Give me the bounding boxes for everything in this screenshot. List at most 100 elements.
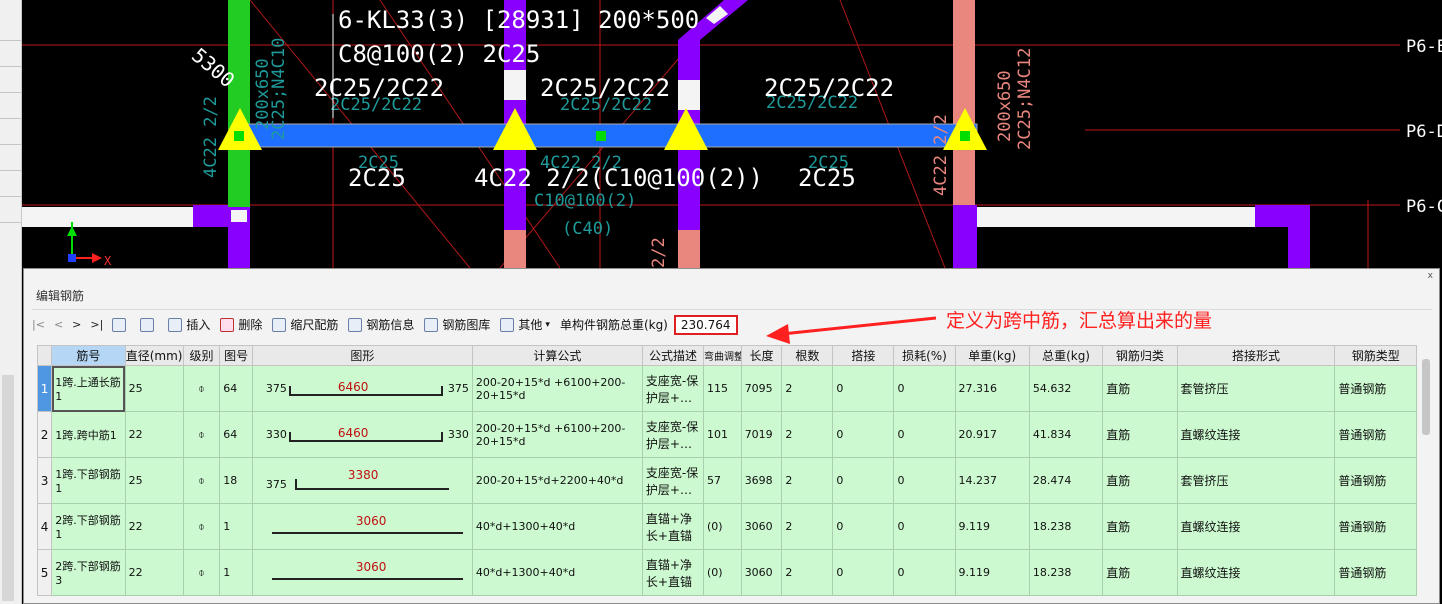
cell-count[interactable]: 2 [781, 503, 834, 550]
cell-grade[interactable]: ⌽ [182, 365, 221, 412]
col-header-shape[interactable]: 图形 [251, 345, 473, 366]
cell-name[interactable]: 1跨.下部钢筋1 [51, 457, 126, 504]
cell-rebar-type[interactable]: 普通钢筋 [1334, 365, 1417, 412]
table-scrollbar[interactable] [1420, 345, 1433, 589]
cell-unit-weight[interactable]: 27.316 [954, 365, 1030, 412]
cell-bend[interactable]: 101 [703, 411, 742, 458]
cell-length[interactable]: 3060 [740, 549, 783, 596]
first-record-button[interactable]: |< [32, 318, 45, 331]
cell-count[interactable]: 2 [781, 411, 834, 458]
cell-category[interactable]: 直筋 [1102, 503, 1178, 550]
cell-lap[interactable]: 0 [832, 549, 895, 596]
cell-shape[interactable]: 375 6460 375 [251, 365, 473, 412]
insert-button[interactable]: 插入 [168, 316, 210, 333]
col-header-grade[interactable]: 级别 [182, 345, 221, 366]
cell-rebar-type[interactable]: 普通钢筋 [1334, 457, 1417, 504]
col-header-length[interactable]: 长度 [740, 345, 783, 366]
col-header-diameter[interactable]: 直径(mm) [124, 345, 184, 366]
cell-description[interactable]: 支座宽-保护层+… [641, 365, 705, 412]
scale-rebar-button[interactable]: 缩尺配筋 [272, 316, 338, 333]
cell-rebar-type[interactable]: 普通钢筋 [1334, 503, 1417, 550]
other-menu-button[interactable]: 其他 ▾ [500, 316, 550, 333]
cell-figure[interactable]: 64 [219, 365, 253, 412]
cell-loss[interactable]: 0 [893, 457, 956, 504]
col-header-bend[interactable]: 弯曲调整 [703, 345, 742, 366]
cell-formula[interactable]: 40*d+1300+40*d [471, 503, 643, 550]
selected-beam[interactable] [236, 123, 978, 148]
cell-unit-weight[interactable]: 9.119 [954, 503, 1030, 550]
cell-loss[interactable]: 0 [893, 411, 956, 458]
cell-diameter[interactable]: 25 [124, 365, 184, 412]
cell-grade[interactable]: ⌽ [182, 457, 221, 504]
cell-lap-type[interactable]: 直螺纹连接 [1176, 411, 1336, 458]
move-down-button[interactable] [140, 317, 158, 332]
cell-total-weight[interactable]: 18.238 [1028, 549, 1104, 596]
col-header-rebar-type[interactable]: 钢筋类型 [1334, 345, 1417, 366]
cell-name[interactable]: 2跨.下部钢筋1 [51, 503, 126, 550]
cell-loss[interactable]: 0 [893, 503, 956, 550]
cell-unit-weight[interactable]: 20.917 [954, 411, 1030, 458]
prev-record-button[interactable]: < [54, 318, 63, 331]
cell-shape[interactable]: 3060 [251, 549, 473, 596]
cell-figure[interactable]: 1 [219, 503, 253, 550]
cell-figure[interactable]: 1 [219, 549, 253, 596]
cell-figure[interactable]: 64 [219, 411, 253, 458]
cell-bend[interactable]: 115 [703, 365, 742, 412]
cell-total-weight[interactable]: 41.834 [1028, 411, 1104, 458]
col-header-lap-type[interactable]: 搭接形式 [1176, 345, 1336, 366]
cell-unit-weight[interactable]: 9.119 [954, 549, 1030, 596]
col-header-description[interactable]: 公式描述 [641, 345, 705, 366]
cell-description[interactable]: 支座宽-保护层+… [641, 411, 705, 458]
cell-lap-type[interactable]: 直螺纹连接 [1176, 503, 1336, 550]
cell-count[interactable]: 2 [781, 457, 834, 504]
cell-name[interactable]: 1跨.上通长筋1 [51, 365, 126, 412]
row-index[interactable]: 5 [36, 549, 53, 596]
delete-button[interactable]: 删除 [220, 316, 262, 333]
cell-diameter[interactable]: 25 [124, 457, 184, 504]
cell-length[interactable]: 7095 [740, 365, 783, 412]
col-header-loss[interactable]: 损耗(%) [893, 345, 956, 366]
cell-diameter[interactable]: 22 [124, 411, 184, 458]
row-index[interactable]: 1 [36, 365, 53, 412]
cell-total-weight[interactable]: 28.474 [1028, 457, 1104, 504]
next-record-button[interactable]: > [72, 318, 81, 331]
table-row[interactable]: 4 2跨.下部钢筋1 22 ⌽ 1 3060 40*d+1300+40*d 直锚… [36, 503, 1417, 550]
cell-shape[interactable]: 330 6460 330 [251, 411, 473, 458]
cell-diameter[interactable]: 22 [124, 549, 184, 596]
cell-rebar-type[interactable]: 普通钢筋 [1334, 411, 1417, 458]
row-index[interactable]: 4 [36, 503, 53, 550]
cell-bend[interactable]: (0) [703, 549, 742, 596]
cell-loss[interactable]: 0 [893, 365, 956, 412]
table-row[interactable]: 3 1跨.下部钢筋1 25 ⌽ 18 375 3380 200-20+15*d+… [36, 457, 1417, 504]
cell-category[interactable]: 直筋 [1102, 549, 1178, 596]
cell-figure[interactable]: 18 [219, 457, 253, 504]
table-row[interactable]: 1 1跨.上通长筋1 25 ⌽ 64 375 6460 375 200-20+1… [36, 365, 1417, 412]
cell-total-weight[interactable]: 18.238 [1028, 503, 1104, 550]
rebar-info-button[interactable]: 钢筋信息 [348, 316, 414, 333]
cell-length[interactable]: 7019 [740, 411, 783, 458]
col-header-lap[interactable]: 搭接 [832, 345, 895, 366]
cell-grade[interactable]: ⌽ [182, 411, 221, 458]
cell-formula[interactable]: 200-20+15*d +6100+200-20+15*d [471, 411, 643, 458]
cell-description[interactable]: 直锚+净长+直锚 [641, 549, 705, 596]
cell-category[interactable]: 直筋 [1102, 411, 1178, 458]
cell-name[interactable]: 2跨.下部钢筋3 [51, 549, 126, 596]
cell-formula[interactable]: 40*d+1300+40*d [471, 549, 643, 596]
col-header-figure[interactable]: 图号 [219, 345, 253, 366]
move-up-button[interactable] [112, 317, 130, 332]
cell-description[interactable]: 直锚+净长+直锚 [641, 503, 705, 550]
cell-category[interactable]: 直筋 [1102, 365, 1178, 412]
cell-lap[interactable]: 0 [832, 411, 895, 458]
row-index[interactable]: 3 [36, 457, 53, 504]
cell-formula[interactable]: 200-20+15*d +6100+200-20+15*d [471, 365, 643, 412]
cell-total-weight[interactable]: 54.632 [1028, 365, 1104, 412]
cell-lap-type[interactable]: 直螺纹连接 [1176, 549, 1336, 596]
col-header-total-weight[interactable]: 总重(kg) [1028, 345, 1104, 366]
cell-lap[interactable]: 0 [832, 457, 895, 504]
cell-loss[interactable]: 0 [893, 549, 956, 596]
cell-lap[interactable]: 0 [832, 365, 895, 412]
cell-length[interactable]: 3060 [740, 503, 783, 550]
cell-count[interactable]: 2 [781, 549, 834, 596]
col-header-name[interactable]: 筋号 [51, 345, 126, 366]
col-header-count[interactable]: 根数 [781, 345, 834, 366]
